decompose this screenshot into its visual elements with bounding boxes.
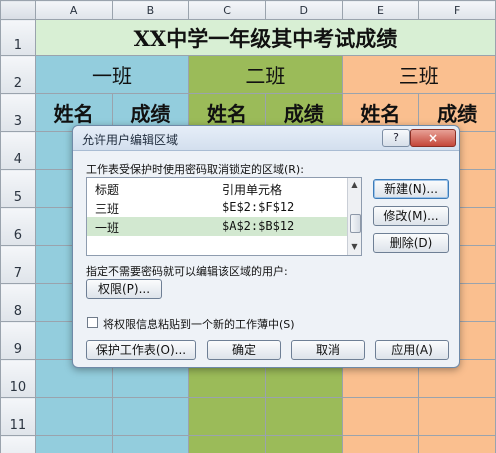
dialog-title: 允许用户编辑区域	[82, 133, 179, 147]
ok-button[interactable]: 确定	[207, 340, 281, 360]
delete-range-button[interactable]: 删除(D)	[373, 233, 449, 253]
row-header-8[interactable]: 8	[0, 283, 36, 322]
listbox-scrollbar[interactable]: ▲ ▼	[347, 178, 361, 255]
row-header-6[interactable]: 6	[0, 207, 36, 246]
range-reference: $E$2:$F$12	[222, 200, 295, 214]
class-cell-3[interactable]: 三班	[341, 55, 496, 94]
range-reference: $A$2:$B$12	[222, 219, 295, 233]
column-header-c[interactable]: C	[188, 0, 266, 20]
sheet-title-cell[interactable]: XX中学一年级其中考试成绩	[34, 19, 496, 56]
select-all-corner[interactable]	[0, 0, 36, 20]
ranges-label: 工作表受保护时使用密码取消锁定的区域(R):	[86, 163, 304, 176]
class-cell-2[interactable]: 二班	[188, 55, 343, 94]
row-header-10[interactable]: 10	[0, 359, 36, 398]
paste-permissions-checkbox[interactable]	[87, 317, 98, 328]
row-header-9[interactable]: 9	[0, 321, 36, 360]
users-label: 指定不需要密码就可以编辑该区域的用户:	[86, 265, 288, 278]
new-range-button[interactable]: 新建(N)...	[373, 179, 449, 199]
column-header-reference: 引用单元格	[222, 183, 283, 197]
allow-edit-ranges-dialog: 允许用户编辑区域 ? × 工作表受保护时使用密码取消锁定的区域(R): 标题 引…	[72, 125, 460, 368]
close-icon: ×	[427, 131, 439, 145]
range-row-1[interactable]: 三班 $E$2:$F$12	[87, 198, 347, 217]
apply-button[interactable]: 应用(A)	[375, 340, 449, 360]
cell[interactable]	[111, 435, 190, 453]
range-title: 一班	[95, 221, 120, 235]
column-header-d[interactable]: D	[264, 0, 343, 20]
column-header-b[interactable]: B	[111, 0, 190, 20]
cell[interactable]	[418, 435, 496, 453]
listbox-header: 标题 引用单元格	[87, 178, 347, 198]
column-header-f[interactable]: F	[418, 0, 496, 20]
cell[interactable]	[264, 435, 343, 453]
modify-range-button[interactable]: 修改(M)...	[373, 206, 449, 226]
class-cell-1[interactable]: 一班	[34, 55, 190, 94]
row-header-5[interactable]: 5	[0, 169, 36, 208]
row-header-4[interactable]: 4	[0, 131, 36, 170]
range-row-2[interactable]: 一班 $A$2:$B$12	[87, 217, 347, 236]
scrollbar-thumb[interactable]	[350, 214, 361, 233]
cell[interactable]	[341, 397, 420, 436]
cell[interactable]	[188, 435, 266, 453]
row-header-1[interactable]: 1	[0, 19, 36, 56]
permissions-button[interactable]: 权限(P)...	[86, 279, 162, 299]
scroll-down-icon[interactable]: ▼	[349, 241, 360, 253]
column-header-title: 标题	[95, 183, 120, 197]
cell[interactable]	[34, 435, 113, 453]
column-header-e[interactable]: E	[341, 0, 420, 20]
cell[interactable]	[264, 397, 343, 436]
cell[interactable]	[188, 397, 266, 436]
row-header-12[interactable]: 12	[0, 435, 36, 453]
close-button[interactable]: ×	[410, 129, 456, 147]
range-title: 三班	[95, 202, 120, 216]
cell[interactable]	[34, 397, 113, 436]
cell[interactable]	[111, 397, 190, 436]
cancel-button[interactable]: 取消	[291, 340, 365, 360]
cell[interactable]	[341, 435, 420, 453]
row-header-3[interactable]: 3	[0, 93, 36, 132]
protect-sheet-button[interactable]: 保护工作表(O)...	[86, 340, 196, 360]
help-button[interactable]: ?	[382, 129, 410, 147]
row-header-7[interactable]: 7	[0, 245, 36, 284]
ranges-listbox[interactable]: 标题 引用单元格 三班 $E$2:$F$12 一班 $A$2:$B$12 ▲ ▼	[86, 177, 362, 256]
paste-permissions-label: 将权限信息粘贴到一个新的工作薄中(S)	[103, 318, 295, 331]
help-icon: ?	[393, 131, 399, 144]
column-header-a[interactable]: A	[34, 0, 113, 20]
row-header-2[interactable]: 2	[0, 55, 36, 94]
scroll-up-icon[interactable]: ▲	[349, 179, 360, 191]
cell[interactable]	[418, 397, 496, 436]
row-header-11[interactable]: 11	[0, 397, 36, 436]
dialog-title-bar[interactable]: 允许用户编辑区域 ? ×	[73, 126, 459, 151]
